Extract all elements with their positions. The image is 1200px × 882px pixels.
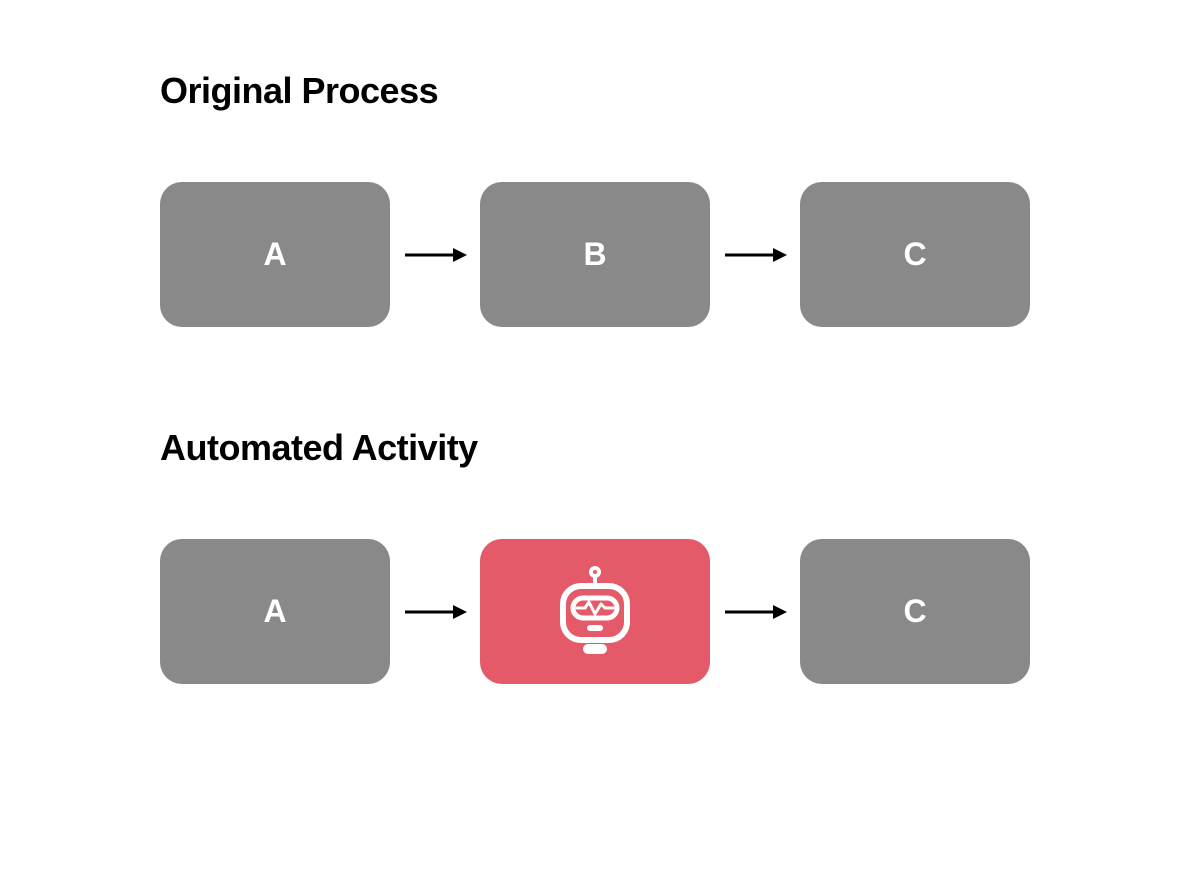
process-box-c: C — [800, 182, 1030, 327]
original-process-section: Original Process A B C — [160, 70, 1040, 327]
process-box-a: A — [160, 182, 390, 327]
process-box-c-label: C — [903, 236, 926, 273]
robot-icon — [545, 562, 645, 662]
automated-activity-title: Automated Activity — [160, 427, 1040, 469]
arrow-right-icon — [723, 245, 788, 265]
arrow-icon — [390, 245, 480, 265]
automated-activity-flow: A — [160, 539, 1040, 684]
arrow-icon — [710, 245, 800, 265]
automated-box-c-label: C — [903, 593, 926, 630]
automated-activity-section: Automated Activity A — [160, 427, 1040, 684]
arrow-right-icon — [403, 602, 468, 622]
automated-box-robot — [480, 539, 710, 684]
arrow-right-icon — [403, 245, 468, 265]
automated-box-a: A — [160, 539, 390, 684]
original-process-title: Original Process — [160, 70, 1040, 112]
automated-box-a-label: A — [263, 593, 286, 630]
arrow-icon — [390, 602, 480, 622]
process-box-b: B — [480, 182, 710, 327]
arrow-right-icon — [723, 602, 788, 622]
process-box-b-label: B — [583, 236, 606, 273]
process-box-a-label: A — [263, 236, 286, 273]
original-process-flow: A B C — [160, 182, 1040, 327]
automated-box-c: C — [800, 539, 1030, 684]
arrow-icon — [710, 602, 800, 622]
